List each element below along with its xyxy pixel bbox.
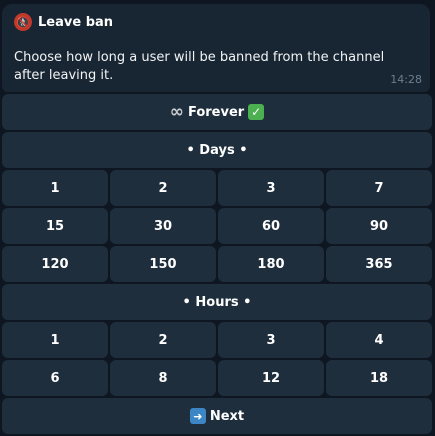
days-option-button[interactable]: 120	[2, 246, 108, 282]
hours-option-label: 12	[261, 370, 281, 386]
hours-option-button[interactable]: 8	[110, 360, 216, 396]
days-option-label: 90	[369, 218, 389, 234]
days-option-button[interactable]: 60	[218, 208, 324, 244]
hours-option-button[interactable]: 6	[2, 360, 108, 396]
days-option-button[interactable]: 180	[218, 246, 324, 282]
next-button[interactable]: ➜ Next	[2, 398, 432, 434]
days-option-label: 3	[266, 180, 276, 196]
hours-option-button[interactable]: 2	[110, 322, 216, 358]
days-option-button[interactable]: 365	[326, 246, 432, 282]
days-option-button[interactable]: 90	[326, 208, 432, 244]
right-arrow-button-icon: ➜	[189, 408, 206, 424]
message-text: Choose how long a user will be banned fr…	[14, 50, 385, 83]
hours-option-label: 3	[266, 332, 276, 348]
days-option-button[interactable]: 150	[110, 246, 216, 282]
hours-option-label: 1	[50, 332, 60, 348]
hours-option-label: 8	[158, 370, 168, 386]
hours-option-button[interactable]: 1	[2, 322, 108, 358]
days-option-label: 365	[365, 256, 393, 272]
days-option-label: 60	[261, 218, 281, 234]
no-entry-person-icon: 🚷	[14, 13, 32, 31]
message-time: 14:28	[390, 73, 422, 86]
hours-option-label: 6	[50, 370, 60, 386]
days-header-button[interactable]: • Days •	[2, 132, 432, 168]
days-option-button[interactable]: 1	[2, 170, 108, 206]
days-option-label: 180	[257, 256, 285, 272]
hours-header-label: • Hours •	[182, 294, 252, 310]
days-option-button[interactable]: 2	[110, 170, 216, 206]
hours-option-button[interactable]: 3	[218, 322, 324, 358]
forever-button-label: Forever	[187, 104, 245, 120]
days-option-button[interactable]: 30	[110, 208, 216, 244]
hours-option-button[interactable]: 18	[326, 360, 432, 396]
message-bubble: 🚷 Leave ban Choose how long a user will …	[2, 4, 430, 92]
hours-option-label: 18	[369, 370, 389, 386]
days-option-button[interactable]: 3	[218, 170, 324, 206]
days-option-label: 2	[158, 180, 168, 196]
days-option-label: 15	[45, 218, 65, 234]
days-option-label: 30	[153, 218, 173, 234]
forever-button[interactable]: ∞ Forever ✓	[2, 94, 432, 130]
hours-option-label: 4	[374, 332, 384, 348]
hours-option-label: 2	[158, 332, 168, 348]
check-mark-button-icon: ✓	[248, 104, 265, 120]
next-button-label: Next	[209, 408, 245, 424]
infinity-icon: ∞	[169, 102, 184, 122]
days-header-label: • Days •	[186, 142, 248, 158]
days-option-label: 150	[149, 256, 177, 272]
days-option-label: 1	[50, 180, 60, 196]
days-option-button[interactable]: 7	[326, 170, 432, 206]
days-option-button[interactable]: 15	[2, 208, 108, 244]
days-option-label: 120	[41, 256, 69, 272]
hours-option-button[interactable]: 4	[326, 322, 432, 358]
hours-option-button[interactable]: 12	[218, 360, 324, 396]
days-option-label: 7	[374, 180, 384, 196]
hours-header-button[interactable]: • Hours •	[2, 284, 432, 320]
message-title-row: 🚷 Leave ban	[14, 12, 113, 32]
message-title: Leave ban	[38, 14, 114, 30]
